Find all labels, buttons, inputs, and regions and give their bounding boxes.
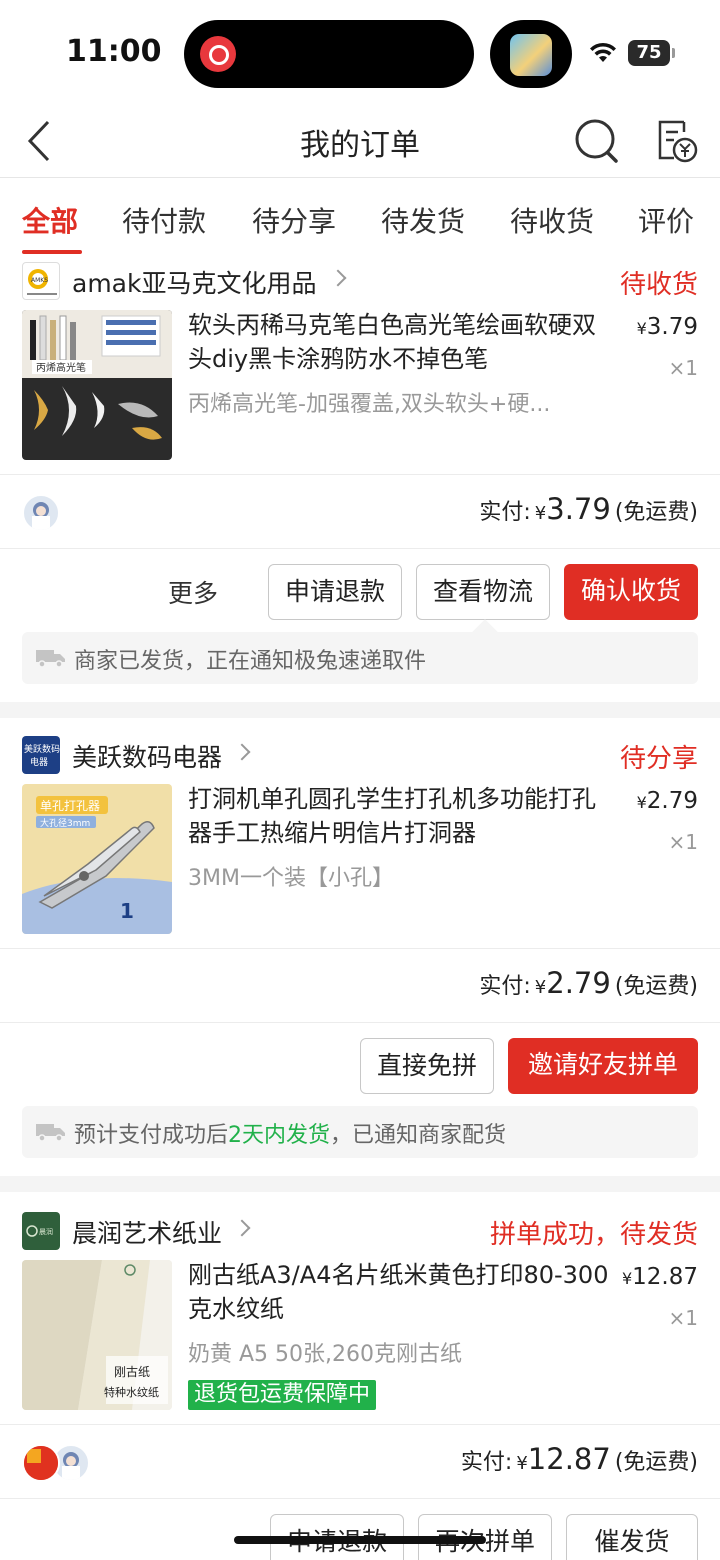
wifi-icon [590, 42, 616, 62]
svg-text:特种水纹纸: 特种水纹纸 [104, 1385, 159, 1399]
chevron-right-icon [329, 269, 347, 287]
dynamic-island-activity [490, 20, 572, 88]
tab-pending-share[interactable]: 待分享 [252, 200, 336, 240]
paid-amount: 实付: ¥2.79 (免运费) [479, 966, 698, 1000]
order-actions: 更多 申请退款 查看物流 确认收货 [0, 554, 720, 630]
order-card: 晨润 晨润艺术纸业 拼单成功，待发货 刚古纸 特种水纹纸 刚古纸A3/A4名片纸… [0, 1208, 720, 1560]
confirm-receipt-button[interactable]: 确认收货 [564, 564, 698, 620]
search-icon[interactable] [574, 118, 620, 164]
tab-review[interactable]: 评价 [638, 200, 694, 240]
product-title[interactable]: 软头丙稀马克笔白色高光笔绘画软硬双头diy黑卡涂鸦防水不掉色笔 [188, 308, 618, 376]
order-actions: 直接免拼 邀请好友拼单 [0, 1028, 720, 1104]
chevron-right-icon [233, 1219, 251, 1237]
product-quantity: ×1 [668, 1306, 698, 1330]
dynamic-island [184, 20, 474, 88]
shipping-notice[interactable]: 商家已发货，正在通知极兔速递取件 [22, 619, 698, 684]
battery-tip [672, 48, 675, 58]
notice-highlight: 2天内发货 [228, 1123, 331, 1148]
divider [0, 1498, 720, 1499]
apply-refund-button[interactable]: 申请退款 [268, 564, 402, 620]
paid-amount: 实付: ¥12.87 (免运费) [460, 1442, 698, 1476]
product-image[interactable]: 单孔打孔器 大孔径3mm 1 [22, 784, 172, 934]
shop-row[interactable]: 美跃数码 电器 美跃数码电器 待分享 [0, 732, 720, 782]
divider [0, 548, 720, 549]
product-price: ¥12.87 [621, 1264, 698, 1290]
order-status: 待收货 [619, 270, 698, 300]
shop-row[interactable]: AMKS amak亚马克文化用品 待收货 [0, 258, 720, 308]
avatar [22, 494, 60, 532]
skip-group-button[interactable]: 直接免拼 [360, 1038, 494, 1094]
tab-pending-payment[interactable]: 待付款 [122, 200, 206, 240]
svg-text:丙烯高光笔: 丙烯高光笔 [36, 361, 86, 374]
urge-shipment-button[interactable]: 催发货 [566, 1514, 698, 1560]
svg-text:大孔径3mm: 大孔径3mm [40, 817, 90, 829]
order-card: 美跃数码 电器 美跃数码电器 待分享 单孔打孔器 大孔径3mm 1 打洞机单孔圆… [0, 732, 720, 1176]
order-tabs: 全部 待付款 待分享 待发货 待收货 评价 [0, 180, 720, 256]
svg-text:刚古纸: 刚古纸 [114, 1364, 150, 1379]
shop-name: 晨润艺术纸业 [72, 1219, 223, 1248]
shop-logo: AMKS [22, 262, 60, 300]
chevron-right-icon [233, 743, 251, 761]
divider [0, 474, 720, 475]
nav-header: 我的订单 [0, 104, 720, 178]
payment-row: 实付: ¥2.79 (免运费) [0, 950, 720, 1022]
product-price: ¥2.79 [636, 788, 698, 814]
product-title[interactable]: 刚古纸A3/A4名片纸米黄色打印80-300克水纹纸 [188, 1258, 618, 1326]
paid-amount: 实付: ¥3.79 (免运费) [479, 492, 698, 526]
product-quantity: ×1 [668, 830, 698, 854]
music-app-icon [200, 36, 236, 72]
status-time: 11:00 [66, 34, 162, 69]
shop-name: 美跃数码电器 [72, 743, 223, 772]
tab-pending-receipt[interactable]: 待收货 [510, 200, 594, 240]
order-status: 待分享 [619, 744, 698, 774]
product-spec: 丙烯高光笔-加强覆盖,双头软头+硬... [188, 392, 551, 417]
divider [0, 1022, 720, 1023]
payment-row: 实付: ¥12.87 (免运费) [0, 1426, 720, 1498]
shipping-notice[interactable]: 预计支付成功后2天内发货，已通知商家配货 [22, 1106, 698, 1158]
product-price: ¥3.79 [636, 314, 698, 340]
bill-icon[interactable] [654, 118, 698, 164]
svg-text:晨润: 晨润 [39, 1227, 53, 1236]
truck-icon [36, 650, 65, 668]
truck-icon [36, 1124, 65, 1142]
home-indicator [234, 1536, 486, 1544]
card-gap [0, 1176, 720, 1192]
order-actions: 申请退款 再次拼单 催发货 [0, 1504, 720, 1560]
track-shipment-button[interactable]: 查看物流 [416, 564, 550, 620]
svg-text:1: 1 [120, 899, 134, 923]
svg-text:AMKS: AMKS [31, 277, 48, 284]
shop-row[interactable]: 晨润 晨润艺术纸业 拼单成功，待发货 [0, 1208, 720, 1258]
invite-friends-button[interactable]: 邀请好友拼单 [508, 1038, 698, 1094]
svg-text:电器: 电器 [30, 756, 48, 768]
battery-indicator: 75 [628, 40, 670, 66]
return-shipping-guarantee-badge[interactable]: 退货包运费保障中 [188, 1380, 377, 1410]
shop-name: amak亚马克文化用品 [72, 269, 317, 298]
product-title[interactable]: 打洞机单孔圆孔学生打孔机多功能打孔器手工热缩片明信片打洞器 [188, 782, 618, 850]
notice-text: 预计支付成功后2天内发货，已通知商家配货 [74, 1123, 507, 1148]
product-quantity: ×1 [668, 356, 698, 380]
shop-logo: 美跃数码 电器 [22, 736, 60, 774]
payment-row: 实付: ¥3.79 (免运费) [0, 476, 720, 548]
order-card: AMKS amak亚马克文化用品 待收货 丙烯高光笔 软头丙稀马克笔白色高光笔绘… [0, 258, 720, 702]
product-image[interactable]: 刚古纸 特种水纹纸 [22, 1260, 172, 1410]
shop-logo: 晨润 [22, 1212, 60, 1250]
product-spec: 3MM一个装【小孔】 [188, 866, 394, 891]
more-button[interactable]: 更多 [168, 574, 218, 610]
notice-text: 商家已发货，正在通知极兔速递取件 [74, 649, 427, 674]
avatar [22, 1444, 60, 1482]
svg-text:美跃数码: 美跃数码 [24, 743, 60, 755]
divider [0, 1424, 720, 1425]
status-bar: 11:00 75 [0, 0, 720, 104]
tab-active-indicator [22, 250, 82, 254]
card-gap [0, 702, 720, 718]
product-spec: 奶黄 A5 50张,260克刚古纸 [188, 1342, 463, 1367]
media-thumbnail-icon [510, 34, 552, 76]
tab-pending-shipment[interactable]: 待发货 [381, 200, 465, 240]
product-image[interactable]: 丙烯高光笔 [22, 310, 172, 460]
order-status: 拼单成功，待发货 [489, 1220, 698, 1250]
tab-all[interactable]: 全部 [22, 200, 78, 240]
svg-text:单孔打孔器: 单孔打孔器 [40, 799, 100, 813]
divider [0, 948, 720, 949]
